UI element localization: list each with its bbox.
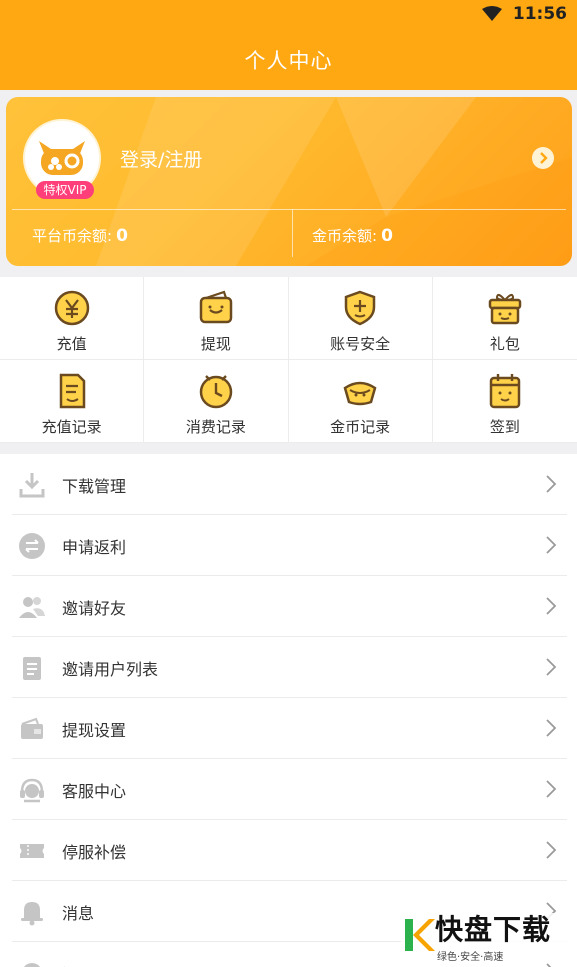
menu-label: 客服中心 xyxy=(62,781,127,801)
grid-item-check-in[interactable]: 签到 xyxy=(432,360,577,443)
gold-ingot-icon xyxy=(343,381,377,406)
shield-icon xyxy=(344,290,376,326)
menu-item-invite-friends[interactable]: 邀请好友 xyxy=(0,576,577,637)
wallet-icon xyxy=(199,290,233,324)
grid-label: 提现 xyxy=(200,335,231,353)
wallet-icon xyxy=(21,717,43,739)
watermark-text: 快盘下载 xyxy=(435,912,552,946)
grid-label: 消费记录 xyxy=(185,418,246,436)
bell-icon xyxy=(21,902,43,926)
gold-coin-balance: 金币余额: 0 xyxy=(312,225,393,246)
ticket-icon xyxy=(20,844,44,858)
grid-item-gold-records[interactable]: 金币记录 xyxy=(288,360,433,443)
grid-label: 金币记录 xyxy=(330,418,391,436)
profile-card[interactable]: 特权VIP 登录/注册 平台币余额: 0 金币余额: 0 xyxy=(6,97,572,266)
chevron-right-icon xyxy=(546,963,552,967)
users-icon xyxy=(19,597,45,618)
status-time: 11:56 xyxy=(512,4,567,24)
chevron-right-icon xyxy=(546,780,557,798)
chevron-right-icon xyxy=(546,719,557,737)
gear-icon xyxy=(24,963,40,967)
watermark-subtext: 绿色·安全·高速 xyxy=(437,951,504,963)
grid-item-recharge-records[interactable]: 充值记录 xyxy=(0,360,145,443)
clipboard-icon xyxy=(23,657,41,680)
site-watermark: 快盘下载 绿色·安全·高速 xyxy=(401,913,571,963)
card-divider-vertical xyxy=(292,209,293,257)
chevron-right-icon xyxy=(546,841,557,859)
grid-label: 签到 xyxy=(489,418,520,436)
wifi-icon xyxy=(481,6,502,21)
gold-coin-value: 0 xyxy=(381,226,393,246)
menu-label: 消息 xyxy=(62,903,95,923)
grid-label: 充值记录 xyxy=(41,418,102,436)
grid-item-account-security[interactable]: 账号安全 xyxy=(288,277,433,360)
menu-label: 提现设置 xyxy=(62,720,127,740)
k-logo-icon xyxy=(405,919,435,951)
menu-label: 设置 xyxy=(62,961,94,967)
menu-item-download-management[interactable]: 下载管理 xyxy=(0,454,577,515)
grid-item-withdraw[interactable]: 提现 xyxy=(144,277,289,360)
menu-label: 邀请好友 xyxy=(62,598,127,618)
clock-icon xyxy=(199,375,233,409)
menu-item-withdraw-settings[interactable]: 提现设置 xyxy=(0,698,577,759)
platform-coin-label: 平台币余额: xyxy=(32,227,113,245)
menu-label: 邀请用户列表 xyxy=(62,659,159,679)
grid-item-gift[interactable]: 礼包 xyxy=(432,277,577,360)
menu-label: 申请返利 xyxy=(62,537,127,557)
grid-item-recharge[interactable]: 充值 xyxy=(0,277,145,360)
vip-badge: 特权VIP xyxy=(36,181,94,199)
profile-chevron-icon[interactable] xyxy=(532,147,554,169)
chevron-right-icon xyxy=(546,597,557,615)
yen-coin-icon xyxy=(54,290,89,326)
function-grid: 充值 提现 账号安全 礼包 充值记录 消费记录 金币记录 签到 xyxy=(0,277,577,443)
headset-icon xyxy=(20,778,44,803)
menu-item-apply-rebate[interactable]: 申请返利 xyxy=(0,515,577,576)
download-icon xyxy=(19,473,45,498)
chevron-right-icon xyxy=(546,658,557,676)
platform-coin-balance: 平台币余额: 0 xyxy=(32,225,128,246)
grid-item-consumption-records[interactable]: 消费记录 xyxy=(144,360,289,443)
menu-item-invited-users-list[interactable]: 邀请用户列表 xyxy=(0,637,577,698)
page-title: 个人中心 xyxy=(244,49,333,73)
login-register-link[interactable]: 登录/注册 xyxy=(120,145,202,172)
grid-label: 账号安全 xyxy=(330,335,391,353)
card-divider xyxy=(12,209,566,210)
chevron-right-icon xyxy=(546,536,557,554)
document-icon xyxy=(59,373,85,409)
platform-coin-value: 0 xyxy=(116,226,128,246)
chevron-right-icon xyxy=(546,475,557,493)
menu-label: 下载管理 xyxy=(62,476,127,496)
menu-item-shutdown-compensation[interactable]: 停服补偿 xyxy=(0,820,577,881)
menu-label: 停服补偿 xyxy=(62,842,127,862)
gift-icon xyxy=(488,294,522,325)
calendar-icon xyxy=(489,374,521,409)
menu-list: 下载管理 申请返利 邀请好友 邀请用户列表 提现设置 客服中心 停服补偿 消息 xyxy=(0,454,577,967)
grid-label: 充值 xyxy=(56,335,87,353)
status-bar: 11:56 xyxy=(0,0,577,30)
grid-label: 礼包 xyxy=(489,335,520,353)
app-header: 个人中心 xyxy=(0,30,577,90)
menu-item-customer-service[interactable]: 客服中心 xyxy=(0,759,577,820)
exchange-icon xyxy=(19,533,45,559)
gold-coin-label: 金币余额: xyxy=(312,227,378,245)
